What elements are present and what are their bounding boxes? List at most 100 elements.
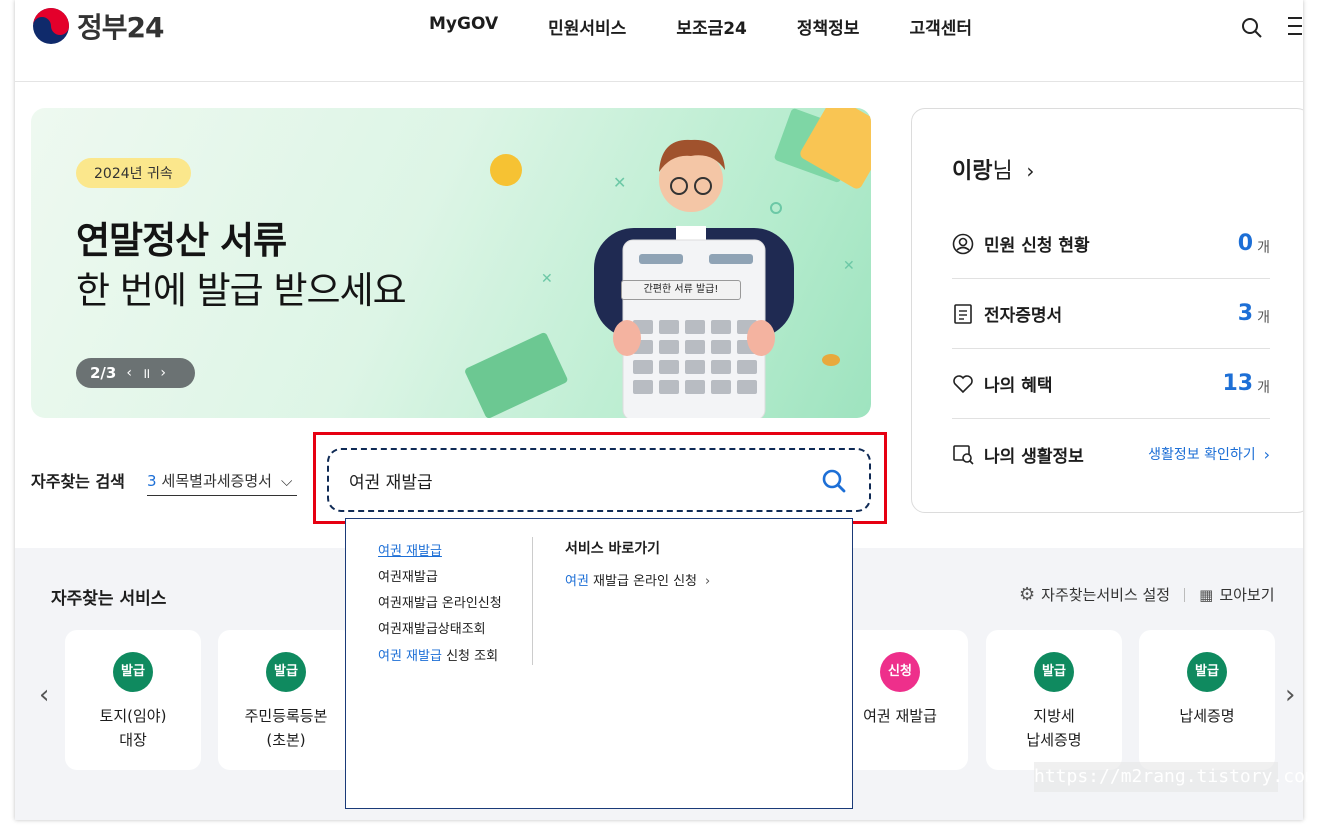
suggestion-text: 여권재발급 온라인신청 [378,596,502,611]
user-circle-icon [952,233,974,254]
watermark: https://m2rang.tistory.com [1034,762,1316,792]
banner-subtitle: 한 번에 발급 받으세요 [76,269,407,312]
header-search-icon[interactable] [1240,16,1264,44]
main-nav: MyGOV 민원서비스 보조금24 정책정보 고객센터 [429,14,1022,39]
chevron-down-icon: ⌵ [280,471,293,490]
shortcut-highlight: 여권 [565,574,589,589]
nav-civil-service[interactable]: 민원서비스 [548,14,626,39]
gear-icon[interactable]: ⚙ [1019,584,1035,605]
calculator-caption: 간편한 서류 발급! [621,280,741,300]
service-name-line2: (초본) [266,731,306,749]
suggestion-text: 신청 조회 [441,649,499,664]
service-name-line2: 납세증명 [1026,731,1082,749]
services-settings-link[interactable]: 자주찾는서비스 설정 [1041,584,1170,605]
logo[interactable]: 정부24 [31,6,164,46]
frequent-search-label: 자주찾는 검색 [31,472,125,491]
svg-text:✕: ✕ [613,173,626,192]
nav-policy[interactable]: 정책정보 [797,14,860,39]
site-header: 정부24 MyGOV 민원서비스 보조금24 정책정보 고객센터 [15,0,1303,82]
user-name-link[interactable]: 이랑님 › [952,153,1034,185]
civil-application-count: 0 [1237,231,1254,256]
suggestion-text: 여권재발급상태조회 [378,622,486,637]
pause-icon[interactable]: ॥ [142,364,150,383]
service-badge: 신청 [880,652,920,692]
banner-title: 연말정산 서류 [76,219,287,262]
life-info-row[interactable]: 나의 생활정보 생활정보 확인하기 › [952,419,1270,489]
life-info-link[interactable]: 생활정보 확인하기 [1148,444,1256,464]
service-name: 납세증명 [1179,707,1235,725]
divider [1184,587,1186,602]
my-benefits-row[interactable]: 나의 혜택 13 개 [952,349,1270,419]
grid-icon[interactable]: ▦ [1199,586,1213,604]
service-name-line2: 대장 [119,731,147,749]
suggestion-item[interactable]: 여권재발급 [378,566,438,585]
user-name-suffix: 님 [992,159,1013,184]
banner-page-indicator: 2/3 [90,364,117,382]
search-document-icon [953,445,974,465]
service-card[interactable]: 발급 납세증명 [1139,630,1275,770]
suggestion-item[interactable]: 여권재발급상태조회 [378,618,486,637]
chevron-left-icon[interactable]: ‹ [39,680,49,710]
banner-illustration: ✕ ✕ ✕ [465,108,871,418]
shortcut-link[interactable]: 여권 재발급 온라인 신청 › [565,570,710,589]
nav-mygov[interactable]: MyGOV [429,14,498,39]
main-banner[interactable]: 2024년 귀속 연말정산 서류 한 번에 발급 받으세요 2/3 ‹ ॥ › … [31,108,871,418]
e-certificate-count: 3 [1237,301,1254,326]
keyword-rank: 3 [147,471,157,490]
user-panel: 이랑님 › 민원 신청 현황 0 개 전자증명서 3 개 나의 혜택 13 개 … [911,108,1303,513]
service-name: 지방세 [1033,707,1075,725]
services-tools: ⚙ 자주찾는서비스 설정 ▦ 모아보기 [1019,584,1275,605]
document-icon [954,303,972,324]
service-card[interactable]: 발급 토지(임야) 대장 [65,630,201,770]
count-unit: 개 [1257,379,1270,396]
nav-subsidy24[interactable]: 보조금24 [676,14,747,39]
suggestion-item[interactable]: 여권 재발급 [378,540,442,559]
suggestion-highlight: 여권 재발급 [378,544,442,559]
dropdown-divider [532,537,533,665]
suggestion-item[interactable]: 여권재발급 온라인신청 [378,592,502,611]
service-badge: 발급 [113,652,153,692]
page: 정부24 MyGOV 민원서비스 보조금24 정책정보 고객센터 2024년 귀… [0,0,1318,833]
search-box[interactable] [327,448,871,512]
my-benefits-label: 나의 혜택 [984,376,1053,396]
count-unit: 개 [1257,239,1270,256]
search-input[interactable] [349,470,789,490]
view-all-link[interactable]: 모아보기 [1219,584,1274,605]
civil-application-label: 민원 신청 현황 [984,236,1090,256]
nav-customer-center[interactable]: 고객센터 [909,14,972,39]
service-badge: 발급 [1187,652,1227,692]
suggestion-text: 여권재발급 [378,570,438,585]
frequent-search-keyword[interactable]: 3 세목별과세증명서 ⌵ [147,466,297,496]
service-card[interactable]: 발급 지방세 납세증명 [986,630,1122,770]
service-badge: 발급 [1034,652,1074,692]
service-name: 주민등록등본 [244,707,328,725]
shortcut-title: 서비스 바로가기 [565,541,661,557]
hamburger-menu-icon[interactable] [1288,17,1302,41]
e-certificate-label: 전자증명서 [984,306,1063,326]
next-icon[interactable]: › [160,365,166,381]
svg-text:✕: ✕ [843,258,855,274]
civil-application-row[interactable]: 민원 신청 현황 0 개 [952,209,1270,279]
chevron-right-icon: › [705,574,711,589]
search-icon[interactable] [821,468,847,494]
count-unit: 개 [1257,309,1270,326]
service-card[interactable]: 발급 주민등록등본 (초본) [218,630,354,770]
taegeuk-logo-icon [33,8,69,44]
prev-icon[interactable]: ‹ [126,365,132,381]
shortcut-text: 재발급 온라인 신청 [588,574,697,589]
keyword-text: 세목별과세증명서 [161,472,272,490]
service-name: 토지(임야) [99,707,167,725]
life-info-label: 나의 생활정보 [984,446,1084,467]
banner-tag: 2024년 귀속 [76,158,191,188]
heart-icon [953,374,973,393]
search-autocomplete-dropdown: 여권 재발급 여권재발급 여권재발급 온라인신청 여권재발급상태조회 여권 재발… [345,518,853,809]
suggestion-item[interactable]: 여권 재발급 신청 조회 [378,645,498,664]
chevron-right-icon[interactable]: › [1285,680,1295,710]
user-name: 이랑 [952,159,993,184]
logo-text: 정부24 [77,11,164,44]
svg-text:✕: ✕ [541,271,553,287]
e-certificate-row[interactable]: 전자증명서 3 개 [952,279,1270,349]
services-title: 자주찾는 서비스 [51,589,167,609]
suggestion-highlight: 여권 재발급 [378,649,442,664]
chevron-right-icon: › [1026,159,1035,183]
